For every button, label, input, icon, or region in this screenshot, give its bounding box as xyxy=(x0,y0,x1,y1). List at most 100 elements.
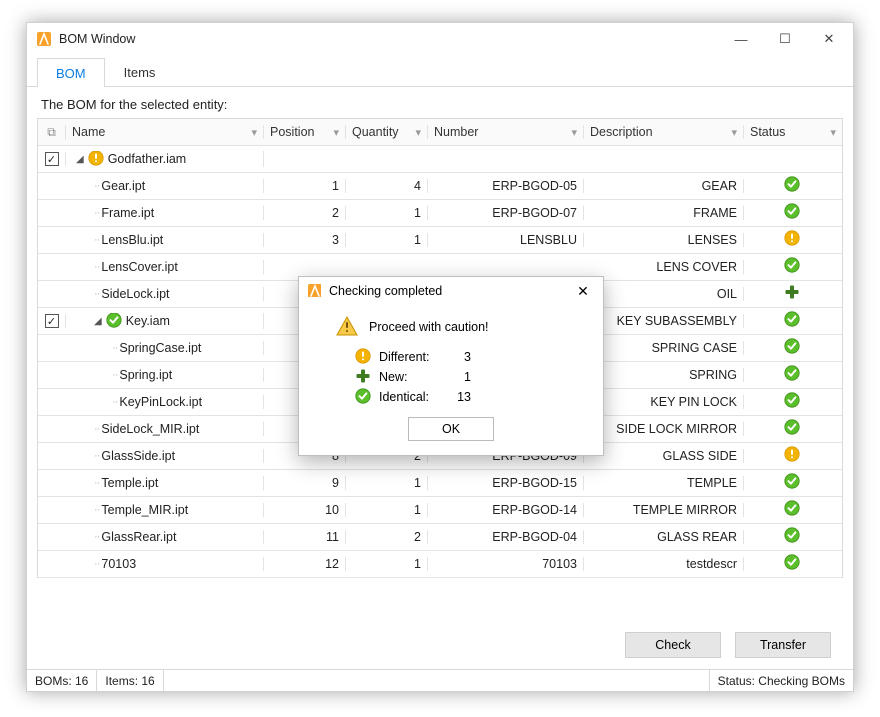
dialog-ok-button[interactable]: OK xyxy=(408,417,494,441)
ok-check-icon xyxy=(784,311,802,332)
row-status xyxy=(744,419,842,440)
row-status xyxy=(744,527,842,548)
filter-icon[interactable]: ▾ xyxy=(830,126,836,139)
expand-toggle[interactable]: ◢ xyxy=(76,154,84,165)
row-position: 3 xyxy=(264,233,346,247)
checking-dialog: Checking completed ✕ Proceed with cautio… xyxy=(298,276,604,456)
dialog-close-button[interactable]: ✕ xyxy=(567,279,599,303)
row-quantity: 2 xyxy=(346,530,428,544)
table-row[interactable]: ·· 7010312170103testdescr xyxy=(38,551,842,578)
plus-new-icon xyxy=(784,284,802,305)
row-name: GlassSide.ipt xyxy=(101,449,175,463)
maximize-button[interactable]: ☐ xyxy=(763,25,807,53)
row-status xyxy=(744,284,842,305)
warning-icon xyxy=(355,348,371,367)
ok-check-icon xyxy=(784,338,802,359)
row-name: Gear.ipt xyxy=(101,179,145,193)
filter-icon[interactable]: ▾ xyxy=(415,126,421,139)
row-checkbox[interactable]: ✓ xyxy=(45,152,59,166)
app-icon xyxy=(307,283,323,299)
row-number: ERP-BGOD-15 xyxy=(428,476,584,490)
warning-icon xyxy=(88,151,104,167)
expand-toggle[interactable]: ◢ xyxy=(94,316,102,327)
row-status xyxy=(744,446,842,467)
stat-value: 3 xyxy=(451,350,471,364)
row-name: LensCover.ipt xyxy=(101,260,177,274)
row-position: 1 xyxy=(264,179,346,193)
row-quantity: 1 xyxy=(346,503,428,517)
row-status xyxy=(744,311,842,332)
row-description: TEMPLE MIRROR xyxy=(584,503,744,517)
col-position[interactable]: Position▾ xyxy=(264,125,346,139)
table-row[interactable]: ·· GlassRear.ipt112ERP-BGOD-04GLASS REAR xyxy=(38,524,842,551)
column-chooser-icon[interactable]: ⧉ xyxy=(44,125,59,140)
ok-check-icon xyxy=(784,554,802,575)
window-title: BOM Window xyxy=(59,32,719,46)
table-row[interactable]: ·· Temple_MIR.ipt101ERP-BGOD-14TEMPLE MI… xyxy=(38,497,842,524)
row-name: Frame.ipt xyxy=(101,206,154,220)
ok-check-icon xyxy=(355,388,371,407)
row-description: GLASS SIDE xyxy=(584,449,744,463)
tab-bom[interactable]: BOM xyxy=(37,58,105,87)
col-status[interactable]: Status▾ xyxy=(744,125,842,139)
filter-icon[interactable]: ▾ xyxy=(251,126,257,139)
row-description: KEY SUBASSEMBLY xyxy=(584,314,744,328)
filter-icon[interactable]: ▾ xyxy=(731,126,737,139)
filter-icon[interactable]: ▾ xyxy=(333,126,339,139)
row-position: 9 xyxy=(264,476,346,490)
ok-check-icon xyxy=(784,203,802,224)
table-row[interactable]: ✓ ◢ Godfather.iam xyxy=(38,146,842,173)
table-row[interactable]: ·· Frame.ipt21ERP-BGOD-07FRAME xyxy=(38,200,842,227)
status-boms: BOMs: 16 xyxy=(27,670,97,691)
ok-check-icon xyxy=(784,176,802,197)
row-status xyxy=(744,365,842,386)
row-status xyxy=(744,554,842,575)
row-status xyxy=(744,257,842,278)
dialog-warning-text: Proceed with caution! xyxy=(369,320,489,334)
row-description: GEAR xyxy=(584,179,744,193)
row-name: KeyPinLock.ipt xyxy=(119,395,202,409)
row-quantity: 1 xyxy=(346,233,428,247)
app-icon xyxy=(35,30,53,48)
stat-value: 1 xyxy=(451,370,471,384)
row-number: ERP-BGOD-07 xyxy=(428,206,584,220)
ok-check-icon xyxy=(784,500,802,521)
row-status xyxy=(744,392,842,413)
table-row[interactable]: ·· Temple.ipt91ERP-BGOD-15TEMPLE xyxy=(38,470,842,497)
row-description: KEY PIN LOCK xyxy=(584,395,744,409)
col-number[interactable]: Number▾ xyxy=(428,125,584,139)
row-number: 70103 xyxy=(428,557,584,571)
filter-icon[interactable]: ▾ xyxy=(571,126,577,139)
action-bar: Check Transfer xyxy=(27,621,853,669)
row-position: 11 xyxy=(264,530,346,544)
transfer-button[interactable]: Transfer xyxy=(735,632,831,658)
row-description: TEMPLE xyxy=(584,476,744,490)
row-name: 70103 xyxy=(101,557,136,571)
row-number: ERP-BGOD-05 xyxy=(428,179,584,193)
row-description: FRAME xyxy=(584,206,744,220)
row-description: SPRING xyxy=(584,368,744,382)
col-quantity[interactable]: Quantity▾ xyxy=(346,125,428,139)
row-name: SpringCase.ipt xyxy=(119,341,201,355)
col-name[interactable]: Name▾ xyxy=(66,125,264,139)
row-name: Godfather.iam xyxy=(108,152,187,166)
tab-label: BOM xyxy=(56,66,86,81)
close-button[interactable]: ✕ xyxy=(807,25,851,53)
row-name: SideLock_MIR.ipt xyxy=(101,422,199,436)
row-name: Key.iam xyxy=(126,314,170,328)
status-bar: BOMs: 16 Items: 16 Status: Checking BOMs xyxy=(27,669,853,691)
table-row[interactable]: ·· Gear.ipt14ERP-BGOD-05GEAR xyxy=(38,173,842,200)
row-description: LENS COVER xyxy=(584,260,744,274)
col-description[interactable]: Description▾ xyxy=(584,125,744,139)
warning-icon xyxy=(784,446,802,467)
tab-items[interactable]: Items xyxy=(105,57,175,86)
check-button[interactable]: Check xyxy=(625,632,721,658)
minimize-button[interactable]: — xyxy=(719,25,763,53)
row-description: OIL xyxy=(584,287,744,301)
row-checkbox[interactable]: ✓ xyxy=(45,314,59,328)
ok-check-icon xyxy=(784,419,802,440)
title-bar: BOM Window — ☐ ✕ xyxy=(27,23,853,55)
warning-icon xyxy=(784,230,802,251)
table-row[interactable]: ·· LensBlu.ipt31LENSBLULENSES xyxy=(38,227,842,254)
ok-check-icon xyxy=(784,257,802,278)
